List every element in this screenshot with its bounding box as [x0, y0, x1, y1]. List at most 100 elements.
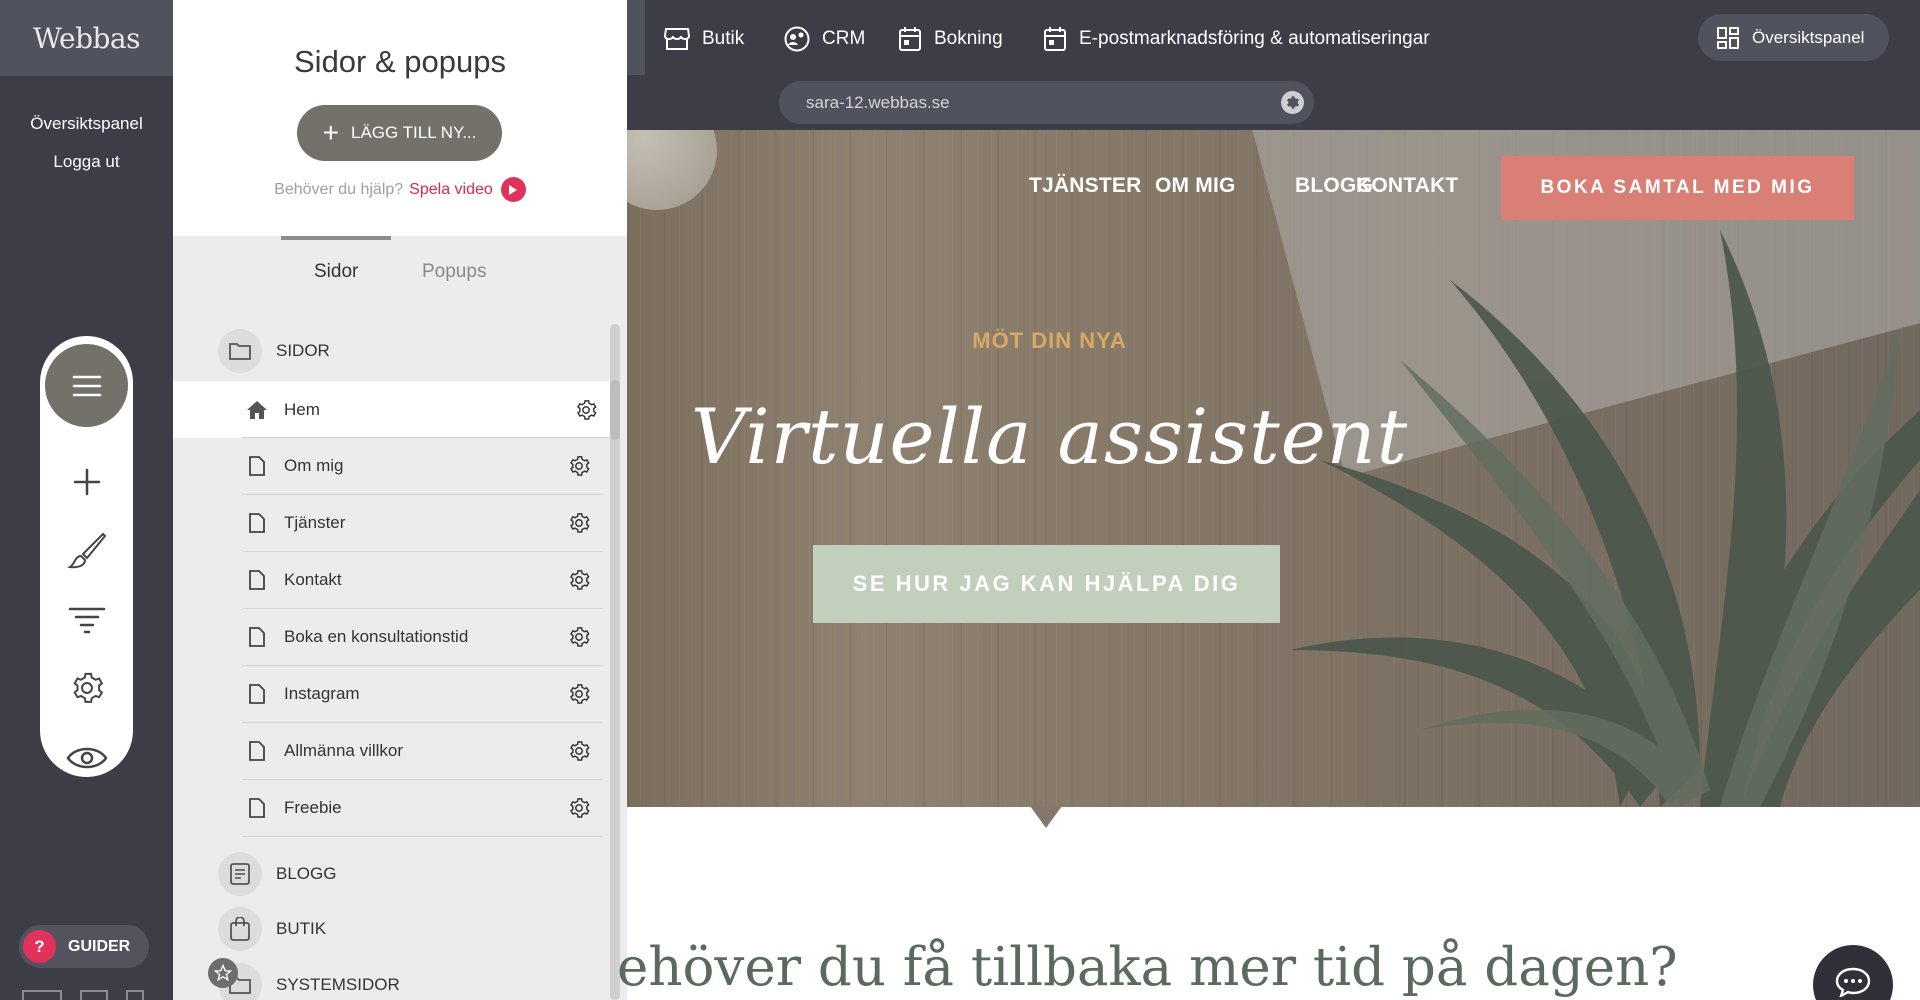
page-item-hem[interactable]: Hem [173, 381, 610, 438]
nav-crm[interactable]: CRM [784, 24, 865, 54]
page-settings-icon[interactable] [559, 569, 599, 591]
guides-label: GUIDER [68, 937, 131, 955]
tab-pages[interactable]: Sidor [314, 261, 358, 283]
page-settings-icon[interactable] [559, 512, 599, 534]
eye-icon [65, 747, 108, 769]
play-icon[interactable] [500, 177, 526, 202]
star-icon[interactable] [208, 958, 238, 988]
page-icon [242, 741, 272, 761]
nav-booking[interactable]: Bokning [898, 24, 1003, 54]
blog-icon [218, 852, 262, 896]
desktop-view-icon[interactable] [22, 990, 62, 1000]
overview-label: Översiktspanel [1752, 27, 1865, 47]
folder-system-pages[interactable]: SYSTEMSIDOR [218, 960, 400, 1000]
menu-button[interactable] [45, 344, 128, 427]
site-nav-contact[interactable]: KONTAKT [1356, 174, 1459, 198]
dashboard-icon [1717, 26, 1739, 49]
calendar-icon [1044, 27, 1066, 51]
folder-pages[interactable]: SIDOR [218, 326, 330, 376]
site-url-bar[interactable]: sara-12.webbas.se [779, 81, 1314, 124]
left-sidebar: Webbas Översiktspanel Logga ut ? GUIDER [0, 0, 173, 1000]
page-settings-icon[interactable] [559, 797, 599, 819]
folder-blog[interactable]: BLOGG [218, 849, 336, 899]
site-nav-services[interactable]: TJÄNSTER [1029, 174, 1141, 198]
page-settings-icon[interactable] [559, 455, 599, 477]
page-settings-icon[interactable] [566, 399, 606, 421]
page-icon [242, 456, 272, 476]
site-url: sara-12.webbas.se [806, 92, 950, 112]
page-label: Om mig [284, 456, 344, 475]
logo[interactable]: Webbas [0, 0, 173, 76]
plus-icon: + [322, 117, 339, 148]
overview-button[interactable]: Översiktspanel [1698, 14, 1889, 61]
panel-title: Sidor & popups [294, 44, 506, 79]
guides-button[interactable]: ? GUIDER [19, 925, 149, 968]
active-tab-indicator [281, 236, 391, 240]
panel-header: Sidor & popups + LÄGG TILL NY... Behöver… [173, 0, 627, 236]
page-item-tjanster[interactable]: Tjänster [242, 495, 603, 552]
design-button[interactable] [40, 522, 133, 578]
nav-label: CRM [822, 28, 866, 49]
page-item-instagram[interactable]: Instagram [242, 666, 603, 723]
logo-text: Webbas [33, 21, 140, 55]
folder-label: BLOGG [276, 864, 337, 883]
page-label: Instagram [284, 684, 360, 703]
store-icon [664, 28, 690, 50]
chat-icon [1835, 967, 1871, 997]
add-new-label: LÄGG TILL NY... [351, 123, 477, 142]
mobile-view-icon[interactable] [126, 990, 144, 1000]
folder-label: BUTIK [276, 919, 327, 938]
nav-label: Butik [702, 28, 745, 49]
section-divider-notch [1030, 806, 1062, 828]
site-nav-about[interactable]: OM MIG [1155, 174, 1236, 198]
nav-email-marketing[interactable]: E-postmarknadsföring & automatiseringar [1043, 24, 1430, 54]
panel-scrollbar[interactable] [610, 324, 620, 1000]
scroll-thumb[interactable] [610, 380, 620, 440]
page-label: Kontakt [284, 570, 342, 589]
tab-popups[interactable]: Popups [422, 261, 486, 283]
help-icon: ? [23, 930, 56, 963]
hero-kicker: MÖT DIN NYA [972, 328, 1127, 353]
logout-link[interactable]: Logga ut [0, 152, 173, 172]
nav-label: E-postmarknadsföring & automatiseringar [1079, 28, 1430, 49]
overview-link[interactable]: Översiktspanel [0, 114, 173, 134]
page-icon [242, 570, 272, 590]
hero-headline: Virtuella assistent [690, 392, 1409, 481]
folder-shop[interactable]: BUTIK [218, 904, 326, 954]
domain-settings-icon[interactable] [1281, 91, 1304, 114]
page-settings-icon[interactable] [559, 626, 599, 648]
page-settings-icon[interactable] [559, 740, 599, 762]
add-element-button[interactable] [40, 454, 133, 510]
page-item-allmanna-villkor[interactable]: Allmänna villkor [242, 723, 603, 780]
page-icon [242, 627, 272, 647]
plus-icon [73, 468, 100, 496]
hero-section[interactable]: TJÄNSTER OM MIG BLOGG KONTAKT BOKA SAMTA… [627, 130, 1920, 807]
page-label: Freebie [284, 798, 342, 817]
home-icon [242, 400, 272, 420]
section-heading: ehöver du få tillbaka mer tid på dagen? [617, 937, 1678, 998]
tablet-view-icon[interactable] [80, 990, 108, 1000]
page-label: Boka en konsultationstid [284, 627, 469, 646]
brush-icon [66, 532, 106, 569]
folder-label: SYSTEMSIDOR [276, 975, 400, 994]
hero-cta-button[interactable]: SE HUR JAG KAN HJÄLPA DIG [813, 545, 1280, 623]
add-new-button[interactable]: + LÄGG TILL NY... [297, 105, 502, 161]
preview-button[interactable] [40, 730, 133, 786]
device-switcher [22, 990, 144, 1000]
page-label: Allmänna villkor [284, 741, 404, 760]
play-video-link[interactable]: Spela video [409, 181, 493, 199]
topbar-strip [627, 0, 645, 75]
settings-button[interactable] [40, 660, 133, 716]
page-item-boka[interactable]: Boka en konsultationstid [242, 609, 603, 666]
nav-label: Bokning [934, 28, 1003, 49]
page-settings-icon[interactable] [559, 683, 599, 705]
folder-label: SIDOR [276, 341, 330, 360]
page-item-freebie[interactable]: Freebie [242, 780, 603, 837]
folder-icon [218, 329, 262, 373]
page-item-om-mig[interactable]: Om mig [242, 438, 603, 495]
page-item-kontakt[interactable]: Kontakt [242, 552, 603, 609]
help-row: Behöver du hjälp? Spela video [173, 177, 627, 202]
filter-button[interactable] [40, 592, 133, 648]
book-call-button[interactable]: BOKA SAMTAL MED MIG [1501, 156, 1854, 220]
nav-shop[interactable]: Butik [664, 24, 744, 54]
